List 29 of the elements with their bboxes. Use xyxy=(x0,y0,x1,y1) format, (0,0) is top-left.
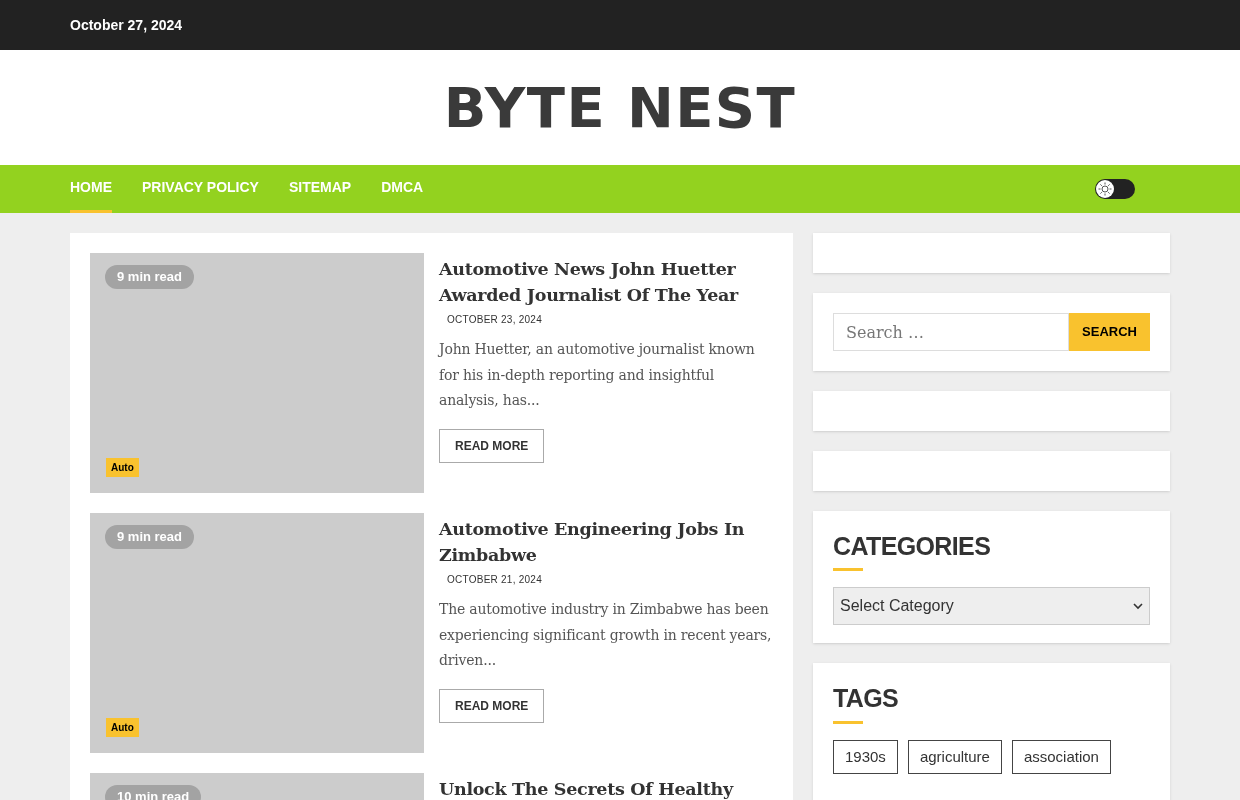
read-more-button[interactable]: READ MORE xyxy=(439,428,545,463)
search-field[interactable]: Search … xyxy=(833,313,1070,351)
article-title[interactable]: Unlock The Secrets Of Healthy xyxy=(439,776,733,800)
article-date: OCTOBER 23, 2024 xyxy=(447,313,542,327)
sun-icon xyxy=(1096,180,1114,198)
article-title[interactable]: Automotive Engineering Jobs In Zimbabwe xyxy=(439,516,773,568)
tag-link[interactable]: 1930s xyxy=(833,739,898,774)
category-tag[interactable]: Auto xyxy=(106,718,139,737)
heading-underline xyxy=(833,568,863,572)
article-title[interactable]: Automotive News John Huetter Awarded Journalist Of The Year xyxy=(439,256,773,308)
widget-heading: CATEGORIES xyxy=(833,531,991,562)
search-button[interactable]: SEARCH xyxy=(1069,313,1150,351)
tag-link[interactable]: agriculture xyxy=(907,739,1002,774)
article-date: OCTOBER 21, 2024 xyxy=(447,573,542,587)
chevron-down-icon xyxy=(1133,602,1143,610)
article-thumbnail[interactable]: 9 min read Auto xyxy=(90,253,424,493)
read-time-badge: 9 min read xyxy=(105,525,195,549)
read-more-button[interactable]: READ MORE xyxy=(439,688,545,723)
widget-heading: TAGS xyxy=(833,683,899,715)
article-thumbnail[interactable]: 9 min read Auto xyxy=(90,513,424,753)
read-time-badge: 9 min read xyxy=(105,265,195,289)
article-excerpt: John Huetter, an automotive journalist known for his in-depth reporting and insightful analysis, has... xyxy=(439,340,756,410)
heading-underline xyxy=(833,720,863,724)
category-select[interactable]: Select Category xyxy=(833,587,1150,626)
category-tag[interactable]: Auto xyxy=(106,458,139,477)
article-excerpt: The automotive industry in Zimbabwe has been experiencing significant growth in recent years, driven... xyxy=(439,600,773,670)
top-bar-date: October 27, 2024 xyxy=(70,15,183,35)
tag-link[interactable]: association xyxy=(1011,739,1111,774)
theme-toggle[interactable] xyxy=(1095,179,1135,199)
